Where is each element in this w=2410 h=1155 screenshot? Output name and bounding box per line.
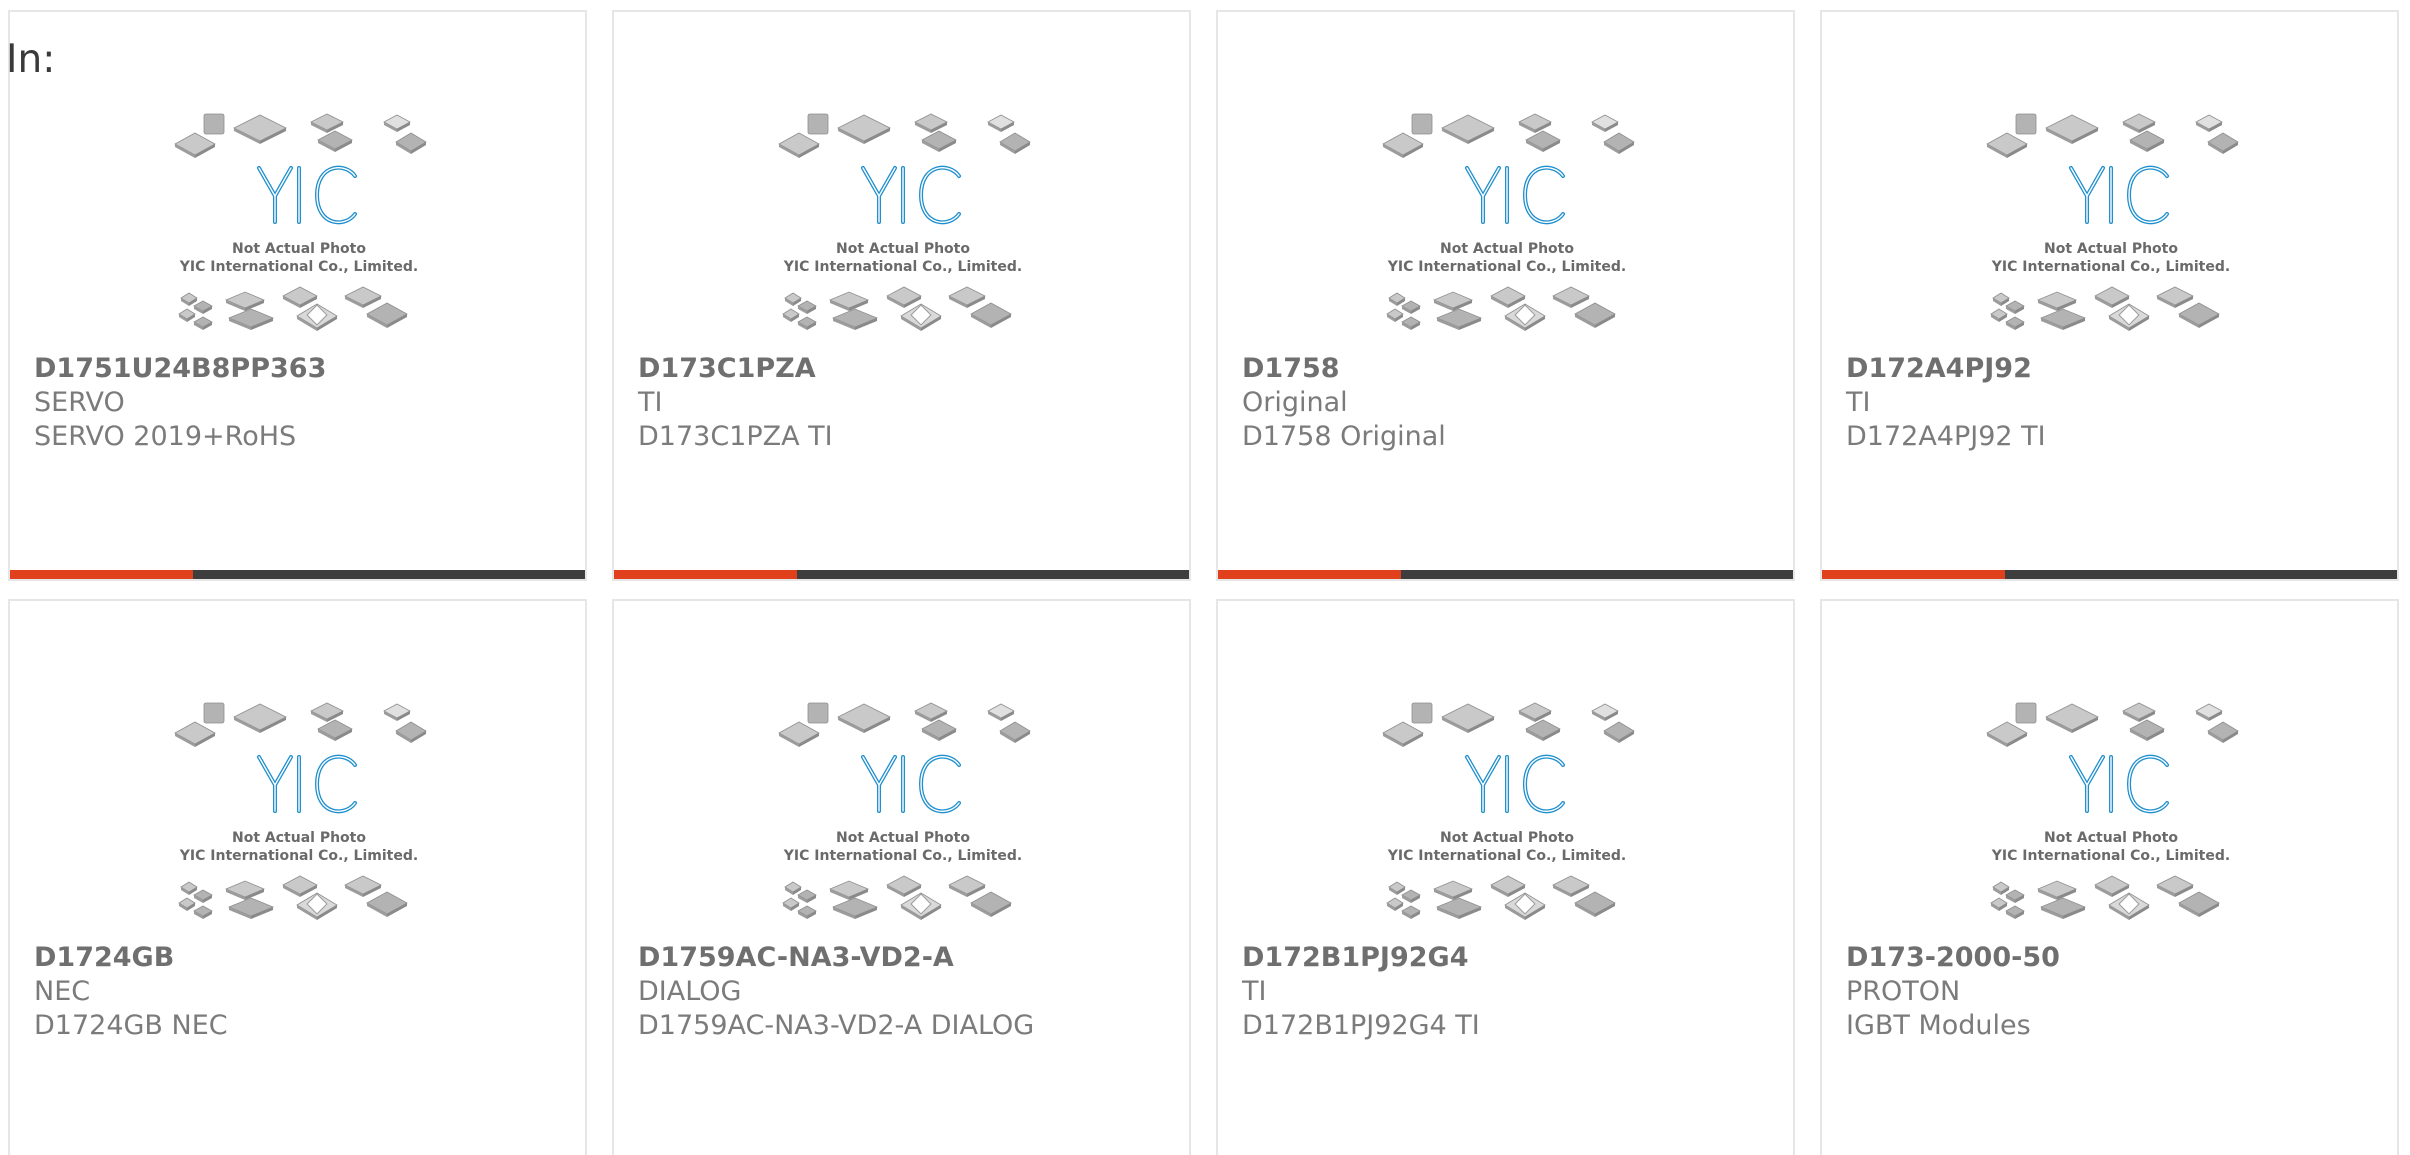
svg-text:Not Actual Photo: Not Actual Photo	[1440, 241, 1574, 257]
product-card[interactable]: Not Actual Photo YIC International Co., L…	[1216, 10, 1795, 581]
svg-text:YIC International Co., Limited: YIC International Co., Limited.	[783, 259, 1022, 275]
product-info: D172A4PJ92 TI D172A4PJ92 TI	[1846, 352, 2377, 454]
part-number-link[interactable]: D1724GB	[34, 941, 565, 975]
svg-text:YIC International Co., Limited: YIC International Co., Limited.	[783, 848, 1022, 864]
svg-text:YIC International Co., Limited: YIC International Co., Limited.	[179, 259, 418, 275]
svg-text:YIC International Co., Limited: YIC International Co., Limited.	[1387, 259, 1626, 275]
svg-text:Not Actual Photo: Not Actual Photo	[836, 241, 970, 257]
product-grid-page: In: Not Actual Photo YIC International Co…	[0, 0, 2410, 1155]
svg-text:Not Actual Photo: Not Actual Photo	[232, 830, 366, 846]
placeholder-photo: Not Actual Photo YIC International Co., L…	[778, 702, 1031, 920]
description: IGBT Modules	[1846, 1010, 2031, 1041]
manufacturer: TI	[1846, 387, 1871, 418]
placeholder-photo: Not Actual Photo YIC International Co., L…	[1986, 702, 2239, 920]
manufacturer: NEC	[34, 976, 91, 1007]
description: D172A4PJ92 TI	[1846, 421, 2046, 452]
manufacturer: Original	[1242, 387, 1348, 418]
placeholder-photo: Not Actual Photo YIC International Co., L…	[778, 113, 1031, 331]
product-info: D173C1PZA TI D173C1PZA TI	[638, 352, 1169, 454]
product-info: D1758 Original D1758 Original	[1242, 352, 1773, 454]
product-card[interactable]: Not Actual Photo YIC International Co., L…	[612, 599, 1191, 1155]
svg-text:YIC International Co., Limited: YIC International Co., Limited.	[1991, 848, 2230, 864]
svg-text:Not Actual Photo: Not Actual Photo	[1440, 830, 1574, 846]
product-info: D1751U24B8PP363 SERVO SERVO 2019+RoHS	[34, 352, 565, 454]
placeholder-photo: Not Actual Photo YIC International Co., L…	[174, 702, 427, 920]
svg-text:YIC International Co., Limited: YIC International Co., Limited.	[1991, 259, 2230, 275]
product-card[interactable]: Not Actual Photo YIC International Co., L…	[1820, 599, 2399, 1155]
part-number-link[interactable]: D173C1PZA	[638, 352, 1169, 386]
product-card[interactable]: Not Actual Photo YIC International Co., L…	[1216, 599, 1795, 1155]
product-card[interactable]: Not Actual Photo YIC International Co., L…	[612, 10, 1191, 581]
manufacturer: DIALOG	[638, 976, 742, 1007]
placeholder-photo: Not Actual Photo YIC International Co., L…	[174, 113, 427, 331]
product-info: D173-2000-50 PROTON IGBT Modules	[1846, 941, 2377, 1043]
description: D1759AC-NA3-VD2-A DIALOG	[638, 1010, 1035, 1041]
svg-text:Not Actual Photo: Not Actual Photo	[2044, 241, 2178, 257]
product-card[interactable]: Not Actual Photo YIC International Co., L…	[1820, 10, 2399, 581]
description: D1758 Original	[1242, 421, 1446, 452]
manufacturer: PROTON	[1846, 976, 1961, 1007]
product-grid: Not Actual Photo YIC International Co., L…	[8, 10, 2399, 1155]
part-number-link[interactable]: D172B1PJ92G4	[1242, 941, 1773, 975]
product-card[interactable]: Not Actual Photo YIC International Co., L…	[8, 599, 587, 1155]
placeholder-photo: Not Actual Photo YIC International Co., L…	[1986, 113, 2239, 331]
product-info: D172B1PJ92G4 TI D172B1PJ92G4 TI	[1242, 941, 1773, 1043]
description: D172B1PJ92G4 TI	[1242, 1010, 1480, 1041]
hover-bar	[614, 570, 1189, 579]
svg-text:Not Actual Photo: Not Actual Photo	[836, 830, 970, 846]
part-number-link[interactable]: D173-2000-50	[1846, 941, 2377, 975]
part-number-link[interactable]: D1759AC-NA3-VD2-A	[638, 941, 1169, 975]
svg-text:YIC International Co., Limited: YIC International Co., Limited.	[1387, 848, 1626, 864]
part-number-link[interactable]: D1758	[1242, 352, 1773, 386]
part-number-link[interactable]: D1751U24B8PP363	[34, 352, 565, 386]
filter-label: In:	[6, 37, 56, 82]
product-info: D1759AC-NA3-VD2-A DIALOG D1759AC-NA3-VD2…	[638, 941, 1169, 1043]
manufacturer: TI	[638, 387, 663, 418]
description: D1724GB NEC	[34, 1010, 228, 1041]
hover-bar	[1218, 570, 1793, 579]
product-info: D1724GB NEC D1724GB NEC	[34, 941, 565, 1043]
part-number-link[interactable]: D172A4PJ92	[1846, 352, 2377, 386]
hover-bar	[10, 570, 585, 579]
product-card[interactable]: Not Actual Photo YIC International Co., L…	[8, 10, 587, 581]
manufacturer: SERVO	[34, 387, 125, 418]
hover-bar	[1822, 570, 2397, 579]
svg-text:Not Actual Photo: Not Actual Photo	[2044, 830, 2178, 846]
placeholder-photo: Not Actual Photo YIC International Co., L…	[1382, 113, 1635, 331]
placeholder-photo: Not Actual Photo YIC International Co., L…	[1382, 702, 1635, 920]
manufacturer: TI	[1242, 976, 1267, 1007]
description: SERVO 2019+RoHS	[34, 421, 297, 452]
svg-text:YIC International Co., Limited: YIC International Co., Limited.	[179, 848, 418, 864]
svg-text:Not Actual Photo: Not Actual Photo	[232, 241, 366, 257]
description: D173C1PZA TI	[638, 421, 833, 452]
